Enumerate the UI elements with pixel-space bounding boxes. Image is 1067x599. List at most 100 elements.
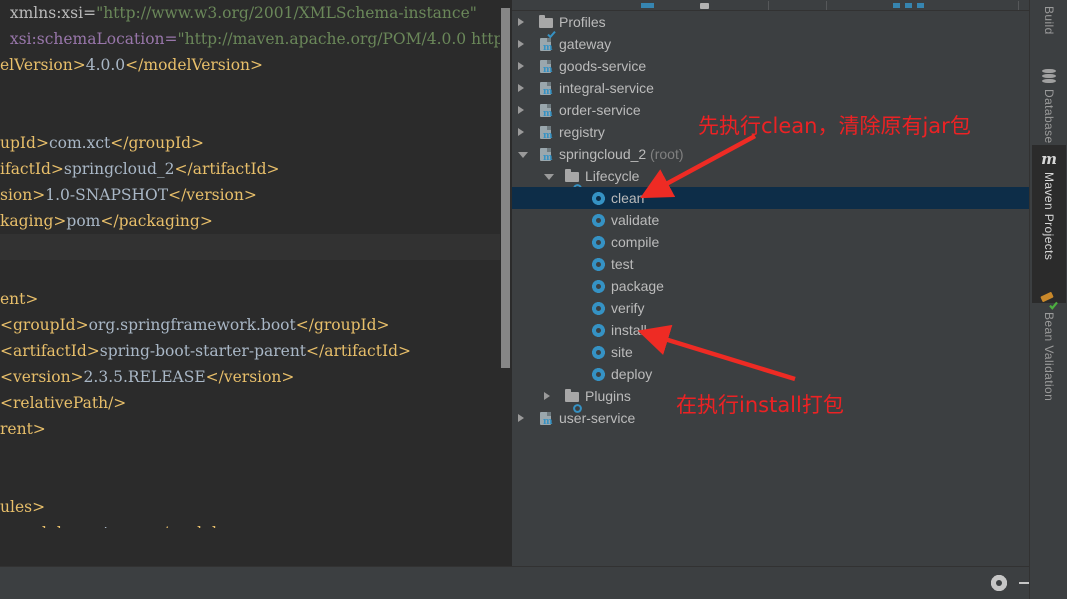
stripe-button-build[interactable]: Build bbox=[1032, 0, 1066, 62]
tree-row-site[interactable]: site bbox=[512, 341, 1029, 363]
tree-row-springcloud-2[interactable]: m springcloud_2 (root) bbox=[512, 143, 1029, 165]
maven-projects-tool-window: Profiles m gateway m goods-service m integral-… bbox=[512, 0, 1029, 566]
chevron-right-icon[interactable] bbox=[518, 62, 524, 70]
chevron-right-icon[interactable] bbox=[518, 18, 524, 26]
code-line: <relativePath/> bbox=[0, 390, 500, 416]
tree-row-profiles[interactable]: Profiles bbox=[512, 11, 1029, 39]
maven-m-icon: m bbox=[1041, 150, 1057, 168]
chevron-down-icon[interactable] bbox=[518, 152, 528, 158]
code-line: elVersion>4.0.0</modelVersion> bbox=[0, 52, 500, 78]
chevron-right-icon[interactable] bbox=[518, 106, 524, 114]
chevron-down-icon[interactable] bbox=[544, 174, 554, 180]
code-token: org.springframework.boot bbox=[88, 316, 296, 334]
run-goal-icon[interactable] bbox=[893, 3, 900, 8]
chevron-right-icon[interactable] bbox=[518, 40, 524, 48]
tree-row-validate[interactable]: validate bbox=[512, 209, 1029, 231]
editor-horizontal-scrollbar[interactable] bbox=[0, 528, 500, 540]
tree-row-package[interactable]: package bbox=[512, 275, 1029, 297]
code-token: ifactId> bbox=[0, 160, 64, 178]
maven-toolbar[interactable] bbox=[512, 0, 1029, 11]
tree-row-label: springcloud_2 (root) bbox=[559, 146, 684, 162]
toolbar-separator-2 bbox=[826, 1, 827, 10]
gear-goal-icon bbox=[591, 257, 606, 272]
tree-row-gateway[interactable]: m gateway bbox=[512, 33, 1029, 55]
stripe-button-label: Maven Projects bbox=[1042, 172, 1056, 261]
tree-row-test[interactable]: test bbox=[512, 253, 1029, 275]
gear-goal-icon bbox=[591, 323, 606, 338]
chevron-right-icon[interactable] bbox=[518, 128, 524, 136]
editor-bottom-strip bbox=[0, 540, 512, 566]
chevron-right-icon[interactable] bbox=[518, 414, 524, 422]
settings-gear-icon[interactable] bbox=[990, 574, 1008, 592]
code-line: ifactId>springcloud_2</artifactId> bbox=[0, 156, 500, 182]
stripe-button-label: Database bbox=[1042, 89, 1056, 144]
tree-row-compile[interactable]: compile bbox=[512, 231, 1029, 253]
tree-row-label: verify bbox=[611, 300, 645, 316]
tree-row-install[interactable]: install bbox=[512, 319, 1029, 341]
toolbar-separator-3 bbox=[1018, 1, 1019, 10]
code-token: </packaging> bbox=[100, 212, 213, 230]
annotation-install-note: 在执行install打包 bbox=[676, 393, 844, 417]
folder-plugins-icon bbox=[565, 389, 582, 413]
tree-row-label: user-service bbox=[559, 410, 636, 426]
code-token: xsi: bbox=[0, 30, 37, 48]
maven-module-icon: m bbox=[539, 37, 554, 53]
code-token: <groupId> bbox=[0, 316, 89, 334]
folder-profiles-icon bbox=[539, 15, 556, 39]
code-token: schemaLocation= bbox=[36, 30, 178, 48]
code-token: </artifactId> bbox=[306, 342, 411, 360]
tree-row-label: order-service bbox=[559, 102, 641, 118]
tree-row-deploy[interactable]: deploy bbox=[512, 363, 1029, 385]
tree-row-clean[interactable]: clean bbox=[512, 187, 1029, 209]
code-token: </artifactId> bbox=[174, 160, 280, 178]
tree-row-sublabel: (root) bbox=[646, 146, 684, 162]
code-token: "http://maven.apache.org/POM/4.0.0 http bbox=[177, 30, 504, 48]
tree-row-goods-service[interactable]: m goods-service bbox=[512, 55, 1029, 77]
skip-tests-icon[interactable] bbox=[917, 3, 924, 8]
code-token: xmlns:xsi= bbox=[0, 4, 97, 22]
code-token: com.xct bbox=[48, 134, 111, 152]
tree-row-label: install bbox=[611, 322, 647, 338]
code-line: upId>com.xct</groupId> bbox=[0, 130, 500, 156]
gear-goal-icon bbox=[591, 345, 606, 360]
chevron-right-icon[interactable] bbox=[544, 392, 550, 400]
refresh-icon[interactable] bbox=[641, 3, 654, 8]
stripe-button-bean-validation[interactable]: Bean Validation bbox=[1032, 285, 1066, 425]
maven-module-icon: m bbox=[539, 125, 554, 141]
code-token: 2.3.5.RELEASE bbox=[83, 368, 206, 386]
code-line: kaging>pom</packaging> bbox=[0, 208, 500, 234]
add-icon[interactable] bbox=[700, 3, 709, 9]
code-token: </version> bbox=[205, 368, 295, 386]
code-line: <version>2.3.5.RELEASE</version> bbox=[0, 364, 500, 390]
stripe-button-maven-projects[interactable]: m Maven Projects bbox=[1032, 145, 1066, 303]
tree-row-label: validate bbox=[611, 212, 660, 228]
maven-project-tree[interactable]: Profiles m gateway m goods-service m integral-… bbox=[512, 11, 1029, 556]
code-token: "http://www.w3.org/2001/XMLSchema-instan… bbox=[96, 4, 477, 22]
code-line: ules> bbox=[0, 494, 500, 520]
tree-row-label: site bbox=[611, 344, 633, 360]
code-line bbox=[0, 234, 500, 260]
code-token: 4.0.0 bbox=[85, 56, 126, 74]
code-token: elVersion> bbox=[0, 56, 86, 74]
code-line: xmlns:xsi="http://www.w3.org/2001/XMLSch… bbox=[0, 0, 500, 26]
tree-row-label: goods-service bbox=[559, 58, 647, 74]
bean-check-icon bbox=[1040, 291, 1058, 310]
tree-row-label: integral-service bbox=[559, 80, 654, 96]
code-token: upId> bbox=[0, 134, 49, 152]
chevron-right-icon[interactable] bbox=[518, 84, 524, 92]
toggle-offline-icon[interactable] bbox=[905, 3, 912, 8]
code-editor[interactable]: xmlns:xsi="http://www.w3.org/2001/XMLSch… bbox=[0, 0, 512, 566]
code-token: <version> bbox=[0, 368, 84, 386]
code-editor-content[interactable]: xmlns:xsi="http://www.w3.org/2001/XMLSch… bbox=[0, 0, 503, 566]
tree-row-lifecycle[interactable]: Lifecycle bbox=[512, 165, 1029, 193]
tree-row-verify[interactable]: verify bbox=[512, 297, 1029, 319]
editor-vertical-scroll-thumb[interactable] bbox=[501, 8, 510, 368]
code-token: spring-boot-starter-parent bbox=[99, 342, 307, 360]
tree-row-integral-service[interactable]: m integral-service bbox=[512, 77, 1029, 99]
stripe-button-label: Bean Validation bbox=[1042, 312, 1056, 402]
gear-goal-icon bbox=[591, 279, 606, 294]
